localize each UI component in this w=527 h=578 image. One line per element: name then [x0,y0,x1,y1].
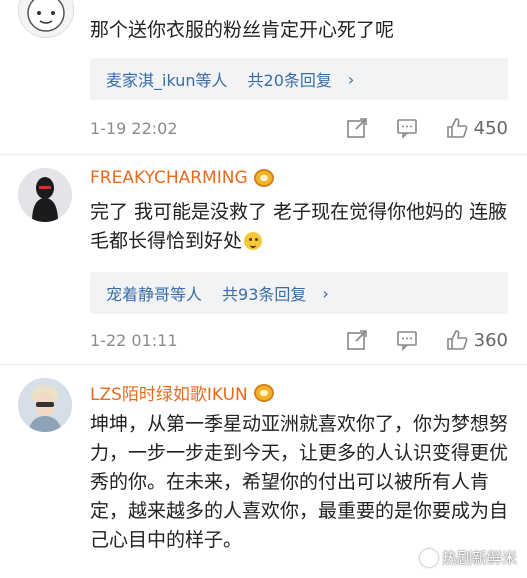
timestamp: 1-22 01:11 [90,330,178,350]
reply-users-suffix: 等人 [195,71,228,90]
reply-users: 宠着静哥 [106,285,171,304]
watermark: 热剧新鲜米 [419,547,517,568]
comment-text: 那个送你衣服的粉丝肯定开心死了呢 [90,19,395,41]
avatar[interactable] [18,378,72,432]
reply-users: 麦家淇_ikun [106,71,196,90]
comment-text: 完了 我可能是没救了 老子现在觉得你他妈的 连腋毛都长得恰到好处 [90,198,508,256]
watermark-logo-icon [419,548,438,567]
like-icon [446,329,468,351]
comment-meta: 1-19 22:02 450 [90,114,508,142]
chevron-right-icon: › [347,69,355,89]
chevron-right-icon: › [322,283,329,303]
timestamp: 1-19 22:02 [90,118,178,138]
share-icon[interactable] [346,329,368,351]
replies-link[interactable]: 宠着静哥等人 共93条回复 › [90,272,508,314]
comment-icon[interactable] [396,329,418,351]
reply-count: 共93条回复 [222,285,307,304]
like-button[interactable]: 360 [446,329,508,351]
avatar[interactable] [18,168,72,222]
divider [0,154,527,155]
person-avatar-icon [18,168,72,222]
like-count: 450 [473,117,508,139]
like-button[interactable]: 450 [446,117,508,139]
username-text: LZS陌时绿如歌IKUN [90,385,248,405]
like-count: 360 [473,329,508,351]
comment-text-content: 完了 我可能是没救了 老子现在觉得你他妈的 连腋毛都长得恰到好处 [90,201,508,252]
emoji-icon [244,232,263,250]
reply-count: 共20条回复 [247,71,332,90]
reply-users-suffix: 等人 [170,285,203,304]
replies-link[interactable]: 麦家淇_ikun等人 共20条回复 › [90,58,508,100]
username-text: FREAKYCHARMING [90,168,248,188]
divider [0,364,527,365]
username[interactable]: LZS陌时绿如歌IKUN [90,380,274,405]
vip-crown-icon [253,383,274,402]
share-icon[interactable] [346,117,368,139]
person-avatar-icon [18,378,72,432]
vip-crown-icon [253,169,274,187]
watermark-text: 热剧新鲜米 [441,549,517,567]
comment-meta: 1-22 01:11 360 [90,326,508,354]
comment-icon[interactable] [396,117,418,139]
cartoon-avatar-icon [27,0,65,32]
comment-text: 坤坤，从第一季星动亚洲就喜欢你了，你为梦想努力，一步一步走到今天，让更多的人认识… [90,413,509,551]
avatar[interactable] [18,0,74,38]
like-icon [446,117,468,139]
username[interactable]: FREAKYCHARMING [90,168,274,188]
